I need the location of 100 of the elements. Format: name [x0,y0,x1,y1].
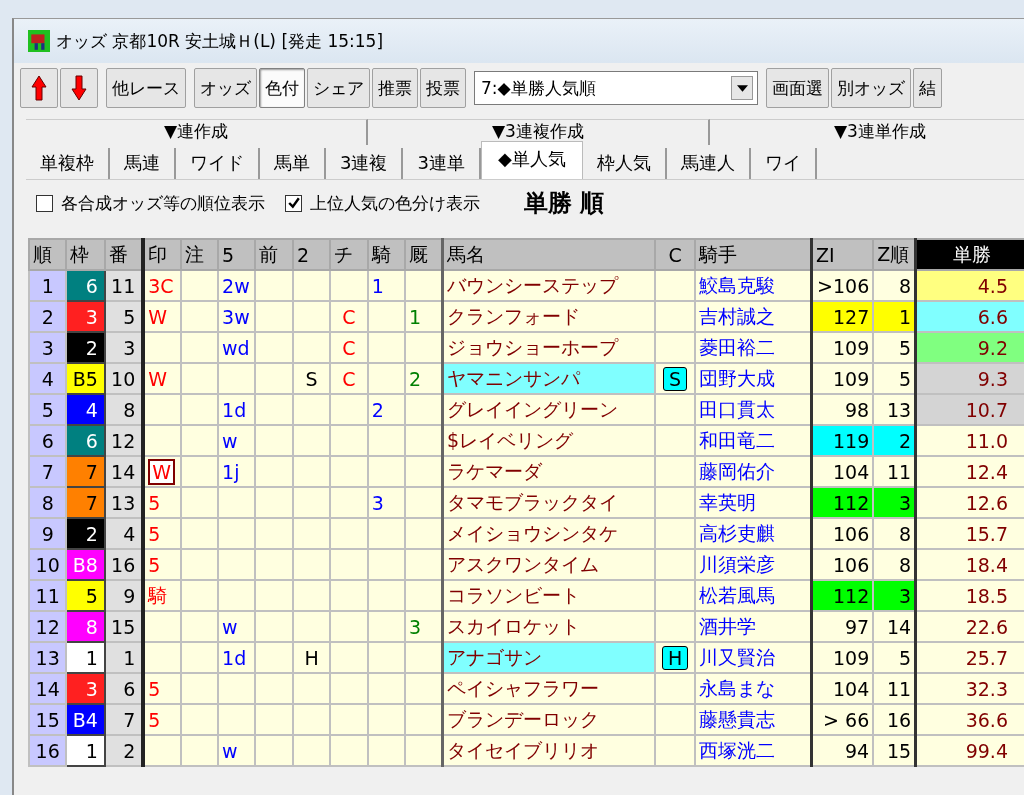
table-cell: 1 [29,270,67,301]
table-cell: 9.3 [915,363,1024,394]
table-cell: スカイロケット [442,611,655,642]
table-cell: 12.6 [915,487,1024,518]
table-cell: 3 [29,332,67,363]
table-cell: 104 [811,456,874,487]
tab[interactable]: 3連複 [326,148,404,179]
table-cell: バウンシーステップ [442,270,655,301]
table-cell: クランフォード [442,301,655,332]
table-cell: メイショウシンタケ [442,518,655,549]
tab[interactable]: ワイ [750,148,817,179]
tab[interactable]: 馬連人 [666,148,751,179]
table-cell: ヤマニンサンパ [442,363,655,394]
toolbar-button[interactable]: 他レース [106,68,186,108]
table-cell: 106 [811,549,874,580]
toolbar-button[interactable]: 別オッズ [831,68,911,108]
table-cell: 109 [811,642,874,673]
checkbox-label: 上位人気の色分け表示 [310,191,480,215]
select-dropdown[interactable]: 7:◆単勝人気順 [474,71,758,105]
toolbar-button[interactable]: 投票 [420,68,466,108]
table-cell: 2 [29,301,67,332]
column-header: 順 [29,239,67,270]
table-cell: 川又賢治 [695,642,812,673]
tab[interactable]: ◆単人気 [480,141,583,179]
table-cell: 112 [811,487,874,518]
group-tab[interactable]: ▼3連単作成 [710,119,1024,145]
table-cell: > 66 [811,704,874,735]
table-cell: 団野大成 [695,363,812,394]
table-cell: 6.6 [915,301,1024,332]
group-tab[interactable]: ▼連作成 [26,119,368,145]
up-button[interactable] [20,68,58,108]
table-cell: 12 [29,611,67,642]
table-cell: 川須栄彦 [695,549,812,580]
table-cell: 永島まな [695,673,812,704]
tab[interactable]: 単複枠 [26,148,110,179]
column-header: 番 [104,239,144,270]
table-cell: 112 [811,580,874,611]
table-cell: $レイベリング [442,425,655,456]
column-header: 馬名 [442,239,655,270]
checkbox[interactable] [285,194,302,212]
toolbar-button[interactable]: オッズ [194,68,257,108]
table-cell: 9.2 [915,332,1024,363]
table-cell: 22.6 [915,611,1024,642]
table-cell: 藤懸貴志 [695,704,812,735]
table-cell: 4.5 [915,270,1024,301]
status-badge: S [663,366,688,391]
table-cell: 13 [29,642,67,673]
tab[interactable]: 馬単 [260,148,326,179]
tab[interactable]: ワイド [176,148,260,179]
table-cell: 藤岡佑介 [695,456,812,487]
table-cell: 15 [29,704,67,735]
table-cell: 田口貫太 [695,394,812,425]
column-header: チ [330,239,368,270]
table-cell: 和田竜二 [695,425,812,456]
toolbar-button[interactable]: シェア [307,68,370,108]
tab[interactable]: 馬連 [110,148,176,179]
table-cell: 15.7 [915,518,1024,549]
table-cell: 14 [29,673,67,704]
table-cell: 16 [29,735,67,766]
table-cell: 25.7 [915,642,1024,673]
table-cell: 104 [811,673,874,704]
table-cell: 松若風馬 [695,580,812,611]
table-cell: アスクワンタイム [442,549,655,580]
toolbar-button[interactable]: 推票 [372,68,418,108]
table-cell: 9 [29,518,67,549]
table-cell: タイセイブリリオ [442,735,655,766]
table-cell: タマモブラックタイ [442,487,655,518]
down-button[interactable] [60,68,98,108]
column-header: 単勝 [915,239,1024,270]
table-cell: 幸英明 [695,487,812,518]
table-cell: 18.4 [915,549,1024,580]
column-header: C [654,239,696,270]
table-cell: 106 [811,518,874,549]
column-header: 5 [218,239,256,270]
table-cell: 5 [29,394,67,425]
table-cell: 109 [811,363,874,394]
column-header: Z順 [873,239,916,270]
column-header: 前 [255,239,293,270]
checkbox-label: 各合成オッズ等の順位表示 [61,191,265,215]
toolbar-button[interactable]: 色付 [259,68,305,108]
checkbox[interactable] [36,194,53,212]
column-header: 注 [180,239,219,270]
table-cell: 吉村誠之 [695,301,812,332]
table-cell: 11.0 [915,425,1024,456]
table-cell: >106 [811,270,874,301]
table-cell: 18.5 [915,580,1024,611]
toolbar-button[interactable]: 結 [913,68,942,108]
view-heading: 単勝 順 [524,188,605,219]
table-cell: 8 [29,487,67,518]
table-cell: 鮫島克駿 [695,270,812,301]
tab[interactable]: 枠人気 [582,148,667,179]
table-cell: ブランデーロック [442,704,655,735]
table-cell: ジョウショーホープ [442,332,655,363]
table-cell: 西塚洸二 [695,735,812,766]
column-header: 2 [292,239,331,270]
toolbar-button[interactable]: 画面選 [766,68,829,108]
table-cell: コラソンビート [442,580,655,611]
table-cell: 酒井学 [695,611,812,642]
status-badge: H [661,645,689,670]
table-cell: 32.3 [915,673,1024,704]
